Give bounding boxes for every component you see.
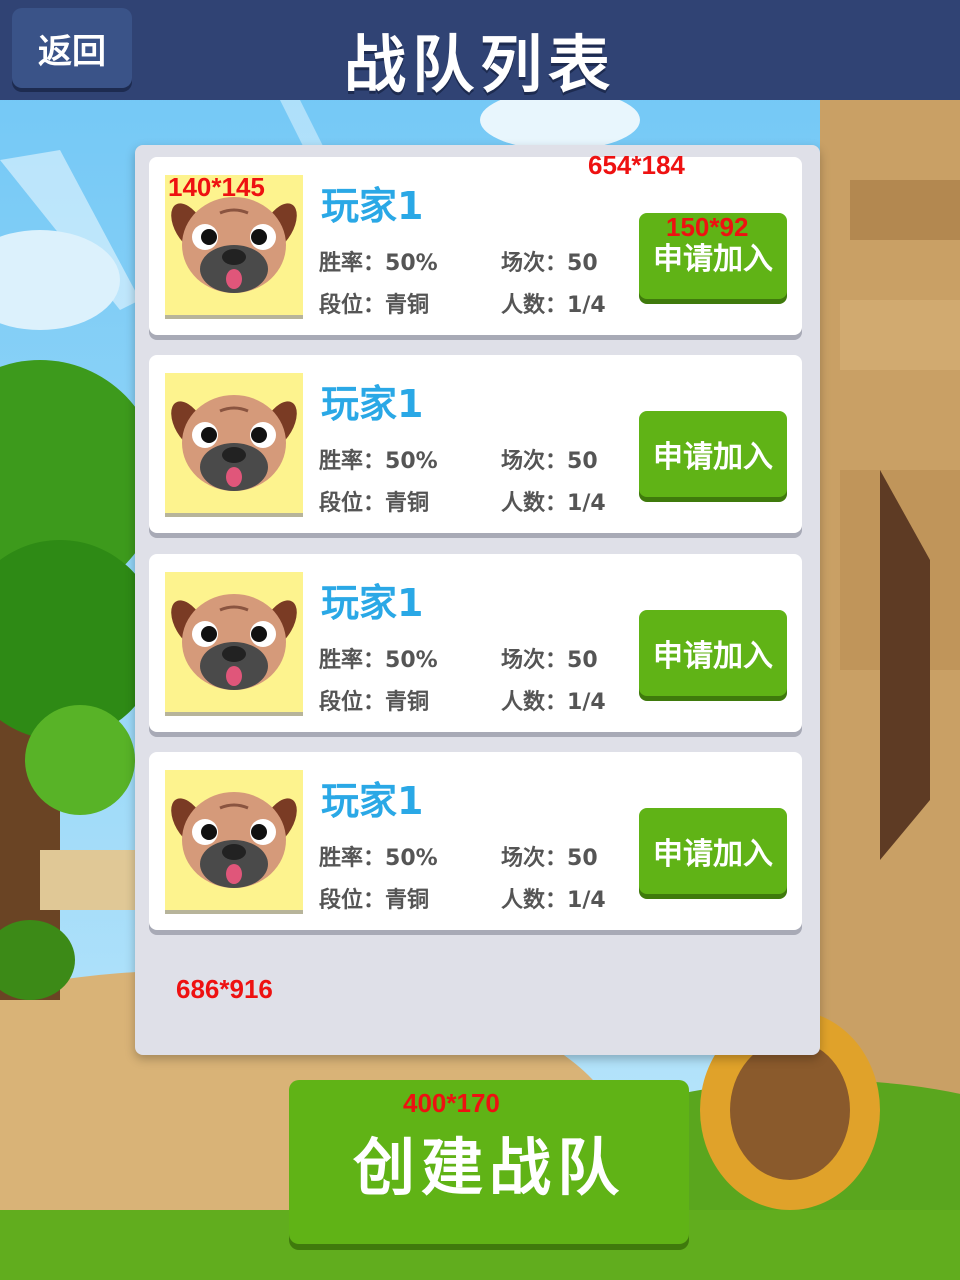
match-count-value: 50 [567,251,598,276]
match-count-label: 场次： [501,846,568,871]
member-count: 人数：1/4 [501,287,606,319]
member-count-label: 人数： [501,293,568,318]
team-avatar [165,770,303,910]
card-size-annotation: 654*184 [588,150,685,180]
match-count-value: 50 [567,648,598,673]
match-count: 场次：50 [501,245,598,277]
member-count-value: 1/4 [567,690,606,715]
join-button-size-annotation: 150*92 [666,212,749,242]
win-rate: 胜率：50% [319,245,438,277]
pug-icon [171,792,297,888]
join-team-button[interactable]: 申请加入 [639,808,787,894]
team-card: 玩家1 胜率：50% 场次：50 段位：青铜 人数：1/4 申请加入 [149,752,802,930]
rank-label: 段位： [319,690,386,715]
rank-label: 段位： [319,491,386,516]
match-count-value: 50 [567,449,598,474]
top-bar: 返回 战队列表 [0,0,960,101]
member-count-value: 1/4 [567,888,606,913]
win-rate-value: 50% [385,251,438,276]
rank-value: 青铜 [385,690,430,715]
team-card: 玩家1 胜率：50% 场次：50 段位：青铜 人数：1/4 申请加入 [149,355,802,533]
player-name: 玩家1 [321,581,424,625]
pug-icon [171,395,297,491]
rank-value: 青铜 [385,293,430,318]
team-list-panel: 玩家1 胜率：50% 场次：50 段位：青铜 人数：1/4 申请加入 玩家1 胜… [135,145,820,1055]
win-rate-label: 胜率： [319,846,386,871]
member-count-label: 人数： [501,690,568,715]
player-name: 玩家1 [321,184,424,228]
member-count-label: 人数： [501,491,568,516]
win-rate-label: 胜率： [319,648,386,673]
win-rate-value: 50% [385,449,438,474]
win-rate-label: 胜率： [319,251,386,276]
join-team-button[interactable]: 申请加入 [639,610,787,696]
member-count: 人数：1/4 [501,485,606,517]
avatar-size-annotation: 140*145 [168,172,265,202]
match-count-value: 50 [567,846,598,871]
panel-size-annotation: 686*916 [176,974,273,1004]
member-count-label: 人数： [501,888,568,913]
rank: 段位：青铜 [319,287,429,319]
rank-label: 段位： [319,293,386,318]
win-rate-value: 50% [385,648,438,673]
member-count: 人数：1/4 [501,684,606,716]
rank: 段位：青铜 [319,684,429,716]
member-count: 人数：1/4 [501,882,606,914]
team-avatar [165,373,303,513]
match-count: 场次：50 [501,443,598,475]
member-count-value: 1/4 [567,293,606,318]
rank-label: 段位： [319,888,386,913]
rank: 段位：青铜 [319,882,429,914]
win-rate-value: 50% [385,846,438,871]
win-rate: 胜率：50% [319,840,438,872]
join-team-button[interactable]: 申请加入 [639,411,787,497]
match-count-label: 场次： [501,251,568,276]
match-count: 场次：50 [501,840,598,872]
team-card: 玩家1 胜率：50% 场次：50 段位：青铜 人数：1/4 申请加入 [149,554,802,732]
rank: 段位：青铜 [319,485,429,517]
win-rate-label: 胜率： [319,449,386,474]
win-rate: 胜率：50% [319,443,438,475]
match-count-label: 场次： [501,449,568,474]
rank-value: 青铜 [385,491,430,516]
member-count-value: 1/4 [567,491,606,516]
match-count: 场次：50 [501,642,598,674]
pug-icon [171,594,297,690]
player-name: 玩家1 [321,382,424,426]
player-name: 玩家1 [321,779,424,823]
page-title: 战队列表 [343,28,616,101]
match-count-label: 场次： [501,648,568,673]
win-rate: 胜率：50% [319,642,438,674]
create-button-size-annotation: 400*170 [403,1088,500,1118]
rank-value: 青铜 [385,888,430,913]
team-avatar [165,572,303,712]
